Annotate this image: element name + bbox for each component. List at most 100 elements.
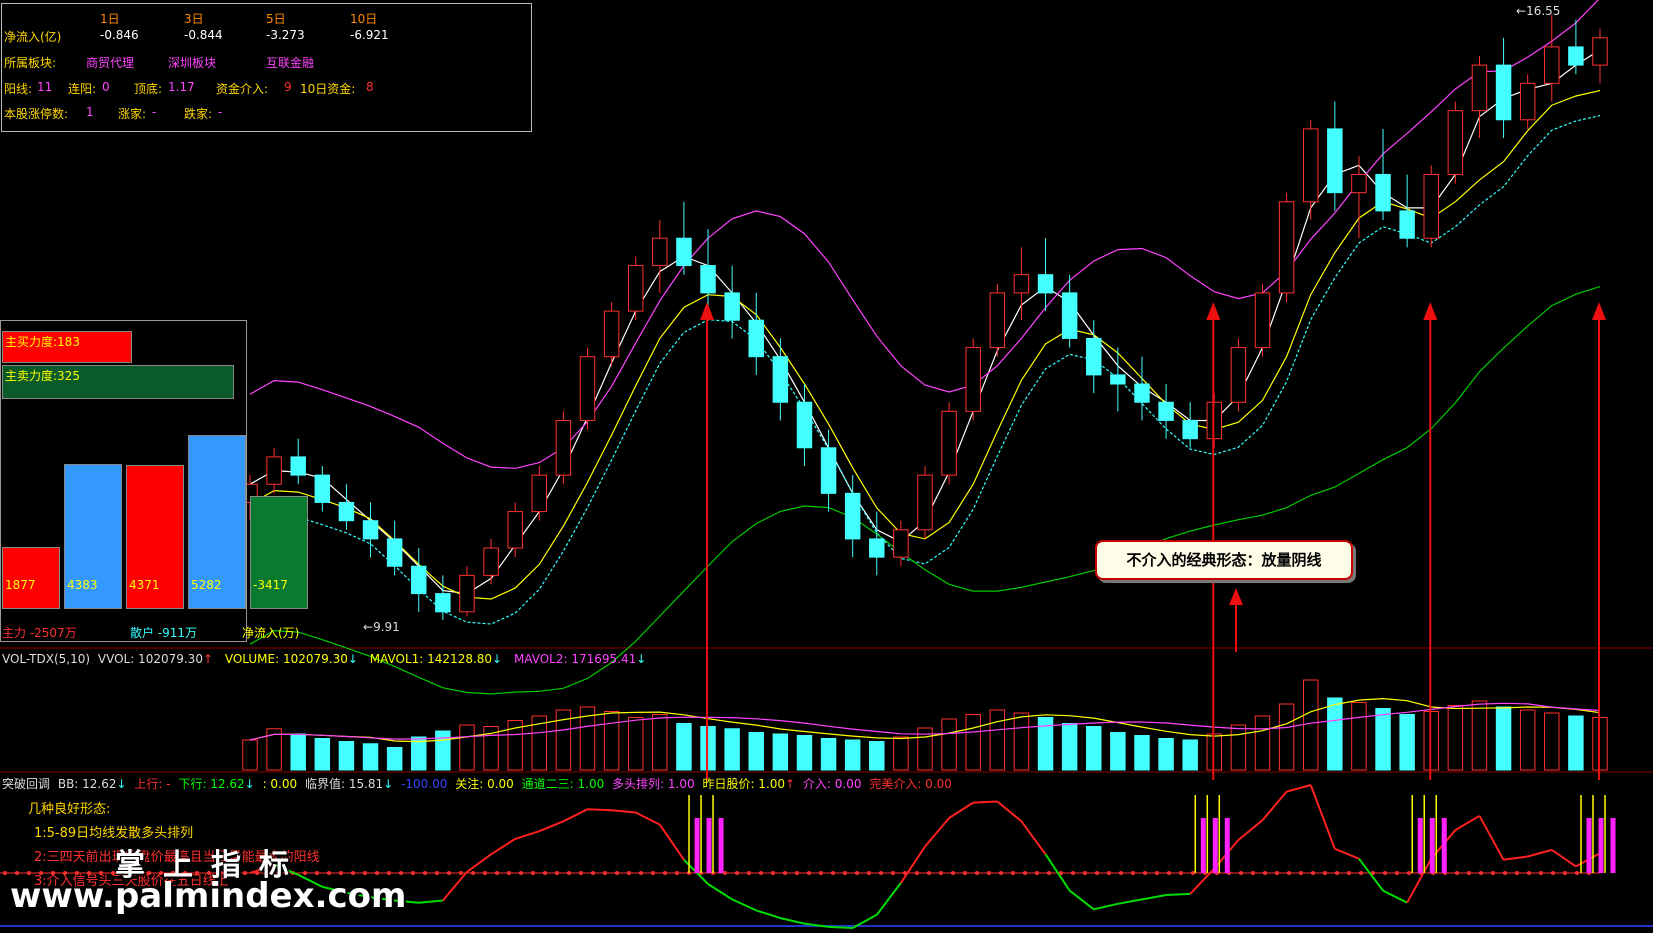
sector-3: 互联金融 [266, 56, 315, 70]
candle-body [1110, 374, 1126, 385]
oscillator-segment [1117, 898, 1143, 905]
baseline-dot [423, 871, 427, 875]
candle-body [1544, 46, 1560, 84]
up-value: - [152, 105, 157, 119]
period-1d: 1日 [100, 12, 120, 26]
ind-down: 下行: 12.62 [178, 777, 245, 791]
volume-bar [627, 717, 644, 771]
volume-bar [1471, 700, 1488, 771]
baseline-dot [867, 871, 871, 875]
baseline-dot [1575, 871, 1579, 875]
note-1: 1:5-89日均线发散多头排列 [34, 826, 194, 841]
limitup-label: 本股涨停数: [4, 107, 69, 121]
flow-bar-label: 1877 [5, 577, 36, 592]
volume-bar [989, 709, 1006, 771]
baseline-dot [339, 871, 343, 875]
baseline-dot [963, 871, 967, 875]
oscillator-segment [1309, 784, 1336, 850]
candle-body [338, 501, 355, 522]
baseline-dot [723, 871, 727, 875]
baseline-dot [1527, 871, 1531, 875]
volume-bar [1495, 706, 1512, 771]
baseline-dot [1191, 871, 1195, 875]
vol-name: VOL-TDX(5,10) [2, 652, 91, 666]
baseline-dot [879, 871, 883, 875]
sector-1: 商贸代理 [86, 56, 135, 70]
baseline-dot [1395, 871, 1399, 875]
candle-body [531, 474, 548, 513]
candle-body [989, 292, 1006, 349]
oscillator-segment [538, 820, 564, 833]
oscillator-segment [1358, 858, 1384, 892]
candle-body [1471, 64, 1488, 112]
sector-label: 所属板块: [4, 56, 57, 70]
candle-body [627, 265, 644, 312]
volume-bar [965, 714, 981, 771]
volume-bar [603, 711, 620, 771]
baseline-dot [1119, 871, 1123, 875]
mavol2-value: MAVOL2: 171695.41 [513, 652, 637, 666]
candle-body [435, 593, 451, 613]
baseline-dot [975, 871, 979, 875]
volume-bar [242, 739, 258, 771]
low-price-label: ←9.91 [363, 620, 400, 634]
baseline-dot [987, 871, 991, 875]
candle-body [652, 237, 668, 267]
limitup-value: 1 [86, 105, 94, 119]
volume-bar [435, 730, 451, 771]
ind-bull: 多头排列: 1.00 [612, 777, 695, 791]
up-label: 涨家: [118, 107, 147, 121]
candle-body [1037, 274, 1054, 294]
signal-arrow-head [1423, 302, 1438, 320]
candle-body [1302, 128, 1319, 203]
volume-bar [844, 739, 861, 771]
candle-body [1013, 274, 1030, 294]
yang-label: 阳线: [4, 82, 33, 96]
candle-body [1086, 337, 1102, 376]
baseline-dot [651, 871, 655, 875]
down-value: - [218, 105, 223, 119]
candle-body [507, 511, 523, 549]
volume-bar [652, 714, 668, 771]
oscillator-segment [1286, 784, 1311, 793]
baseline-dot [1179, 871, 1183, 875]
baseline-dot [483, 871, 487, 875]
baseline-dot [1071, 871, 1075, 875]
baseline-dot [579, 871, 583, 875]
baseline-dot [1503, 871, 1507, 875]
baseline-dot [1143, 871, 1147, 875]
candle-body [483, 547, 499, 576]
volume-bar [748, 732, 764, 771]
mavol2-line [249, 702, 1601, 741]
mavol1-value: MAVOL1: 142128.80 [369, 652, 493, 666]
volume-bar [1568, 715, 1584, 771]
volume-bar [1519, 709, 1536, 771]
baseline-dot [783, 871, 787, 875]
candle-body [772, 356, 789, 403]
baseline-dot [1551, 871, 1555, 875]
volume-bar [772, 733, 789, 771]
baseline-dot [27, 871, 31, 875]
baseline-dot [543, 871, 547, 875]
baseline-dot [411, 871, 415, 875]
ind-yesterday: 昨日股价: 1.00 [702, 777, 786, 791]
baseline-dot [519, 871, 523, 875]
candle-body [1495, 64, 1512, 121]
callout-box: 不介入的经典形态：放量阴线 [1095, 540, 1353, 580]
baseline-dot [1011, 871, 1015, 875]
baseline-dot [747, 871, 751, 875]
baseline-dot [1239, 871, 1243, 875]
baseline-dot [819, 871, 823, 875]
baseline-dot [1155, 871, 1159, 875]
candle-body [386, 538, 403, 567]
oscillator-segment [1141, 894, 1167, 901]
candle-body [1134, 383, 1150, 403]
retail-label: 散户 -911万 [130, 626, 198, 640]
oscillator-segment [611, 809, 636, 814]
baseline-dot [771, 871, 775, 875]
ind-name: 突破回调 [2, 777, 51, 791]
oscillator-segment [1166, 892, 1191, 896]
flow-bar-label: -3417 [253, 577, 288, 592]
candle-body [724, 292, 740, 321]
candle-body [1351, 173, 1367, 194]
